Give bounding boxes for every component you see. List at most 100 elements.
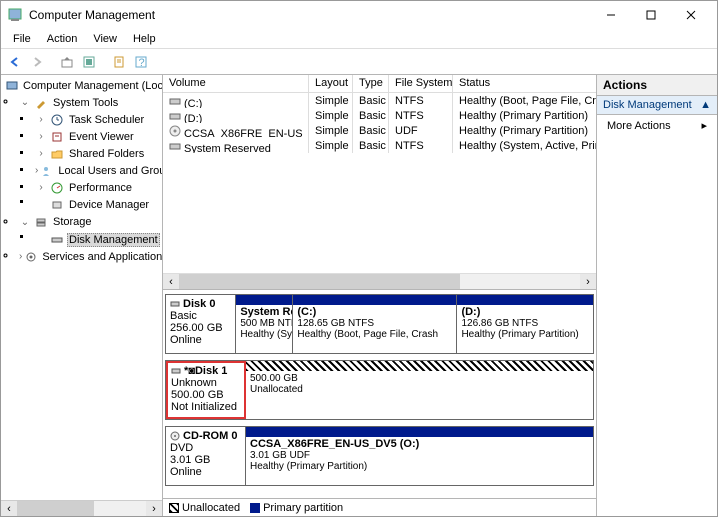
col-filesystem[interactable]: File System — [389, 75, 453, 92]
performance-icon — [50, 181, 64, 195]
partition[interactable]: (C:)128.65 GB NTFSHealthy (Boot, Page Fi… — [293, 295, 457, 353]
storage-icon — [34, 215, 48, 229]
tools-icon — [34, 96, 48, 110]
partition[interactable]: (D:)126.86 GB NTFSHealthy (Primary Parti… — [457, 295, 593, 353]
properties-button[interactable] — [109, 52, 129, 72]
forward-button[interactable] — [27, 52, 47, 72]
event-icon — [50, 130, 64, 144]
disk-icon — [50, 233, 64, 247]
actions-pane: Actions Disk Management ▲ More Actions ▸ — [597, 75, 717, 516]
tree-root[interactable]: Computer Management (Local) — [1, 77, 162, 94]
volume-list: Volume Layout Type File System Status (C… — [163, 75, 596, 290]
tree-device-manager[interactable]: Device Manager — [33, 197, 162, 214]
scroll-left-icon[interactable]: ‹ — [163, 274, 179, 289]
volume-hscrollbar[interactable]: ‹ › — [163, 273, 596, 289]
partition-bar — [457, 295, 593, 305]
scroll-left-icon[interactable]: ‹ — [1, 501, 17, 516]
collapse-arrow-icon: ▲ — [700, 99, 711, 111]
partition[interactable]: CCSA_X86FRE_EN-US_DV5 (O:)3.01 GB UDFHea… — [246, 427, 593, 485]
volume-row[interactable]: (C:)SimpleBasicNTFSHealthy (Boot, Page F… — [163, 93, 596, 108]
menubar: File Action View Help — [1, 29, 717, 49]
toolbar: ? — [1, 49, 717, 75]
expand-icon[interactable]: › — [35, 148, 47, 159]
scrollbar-thumb[interactable] — [17, 501, 94, 516]
expand-icon[interactable]: › — [35, 182, 47, 193]
partition-bar — [236, 295, 292, 305]
volume-icon — [169, 95, 181, 107]
volume-icon — [169, 110, 181, 122]
col-volume[interactable]: Volume — [163, 75, 309, 92]
legend: Unallocated Primary partition — [163, 498, 596, 516]
col-type[interactable]: Type — [353, 75, 389, 92]
maximize-button[interactable] — [631, 3, 671, 27]
clock-icon — [50, 113, 64, 127]
partition[interactable]: 500.00 GBUnallocated — [246, 361, 593, 419]
tree-task-scheduler[interactable]: ›Task Scheduler — [33, 111, 162, 128]
folder-icon — [50, 147, 64, 161]
users-icon — [41, 164, 53, 178]
volume-row[interactable]: System ReservedSimpleBasicNTFSHealthy (S… — [163, 138, 596, 153]
col-status[interactable]: Status — [453, 75, 596, 92]
unallocated-swatch — [169, 503, 179, 513]
actions-header: Actions — [597, 75, 717, 96]
expand-icon[interactable]: › — [35, 114, 47, 125]
primary-swatch — [250, 503, 260, 513]
disk-info[interactable]: Disk 0Basic256.00 GBOnline — [166, 295, 236, 353]
tree-event-viewer[interactable]: ›Event Viewer — [33, 128, 162, 145]
svg-text:?: ? — [139, 57, 145, 69]
collapse-icon[interactable]: ⌄ — [19, 217, 31, 228]
titlebar: Computer Management — [1, 1, 717, 29]
volume-row[interactable]: CCSA_X86FRE_EN-US_DV5 (O:)SimpleBasicUDF… — [163, 123, 596, 138]
tree-storage[interactable]: ⌄ Storage — [17, 214, 162, 231]
tree-disk-management[interactable]: Disk Management — [33, 231, 162, 248]
help-button[interactable]: ? — [131, 52, 151, 72]
menu-file[interactable]: File — [5, 31, 39, 47]
more-actions[interactable]: More Actions ▸ — [597, 115, 717, 136]
app-icon — [7, 7, 23, 23]
disk-row: Disk 0Basic256.00 GBOnlineSystem Reser50… — [165, 294, 594, 354]
main-pane: Volume Layout Type File System Status (C… — [163, 75, 597, 516]
disk-info[interactable]: *◙Disk 1Unknown500.00 GBNot Initialized — [166, 361, 246, 419]
tree-performance[interactable]: ›Performance — [33, 179, 162, 196]
disk-row: *◙Disk 1Unknown500.00 GBNot Initialized5… — [165, 360, 594, 420]
disk-row: CD-ROM 0DVD3.01 GBOnlineCCSA_X86FRE_EN-U… — [165, 426, 594, 486]
menu-view[interactable]: View — [85, 31, 125, 47]
volume-header: Volume Layout Type File System Status — [163, 75, 596, 93]
scrollbar-thumb[interactable] — [179, 274, 460, 289]
col-layout[interactable]: Layout — [309, 75, 353, 92]
tree-shared-folders[interactable]: ›Shared Folders — [33, 145, 162, 162]
partition-bar — [293, 295, 456, 305]
partition-bar — [246, 427, 593, 437]
window-title: Computer Management — [29, 8, 591, 22]
tree-services-apps[interactable]: › Services and Applications — [17, 248, 162, 265]
volume-row[interactable]: (D:)SimpleBasicNTFSHealthy (Primary Part… — [163, 108, 596, 123]
expand-icon[interactable]: › — [35, 131, 47, 142]
collapse-icon[interactable]: ⌄ — [19, 97, 31, 108]
tree-pane: Computer Management (Local) ⌄ System Too… — [1, 75, 163, 516]
volume-icon — [169, 125, 181, 137]
tree-hscrollbar[interactable]: ‹ › — [1, 500, 162, 516]
refresh-button[interactable] — [79, 52, 99, 72]
back-button[interactable] — [5, 52, 25, 72]
tree-local-users[interactable]: ›Local Users and Groups — [33, 162, 162, 179]
tree-system-tools[interactable]: ⌄ System Tools — [17, 94, 162, 111]
computer-icon — [6, 79, 18, 93]
volume-icon — [169, 140, 181, 152]
partition[interactable]: System Reser500 MB NTFSHealthy (Syste — [236, 295, 293, 353]
up-button[interactable] — [57, 52, 77, 72]
actions-section[interactable]: Disk Management ▲ — [597, 96, 717, 115]
menu-action[interactable]: Action — [39, 31, 86, 47]
scroll-right-icon[interactable]: › — [146, 501, 162, 516]
disk-info[interactable]: CD-ROM 0DVD3.01 GBOnline — [166, 427, 246, 485]
partition-bar — [246, 361, 593, 371]
disk-layout: Disk 0Basic256.00 GBOnlineSystem Reser50… — [163, 290, 596, 498]
menu-help[interactable]: Help — [125, 31, 164, 47]
minimize-button[interactable] — [591, 3, 631, 27]
scroll-right-icon[interactable]: › — [580, 274, 596, 289]
close-button[interactable] — [671, 3, 711, 27]
expand-icon[interactable]: › — [35, 165, 38, 176]
services-icon — [25, 250, 37, 264]
expand-icon[interactable]: › — [19, 251, 22, 262]
device-icon — [50, 198, 64, 212]
chevron-right-icon: ▸ — [701, 119, 707, 132]
